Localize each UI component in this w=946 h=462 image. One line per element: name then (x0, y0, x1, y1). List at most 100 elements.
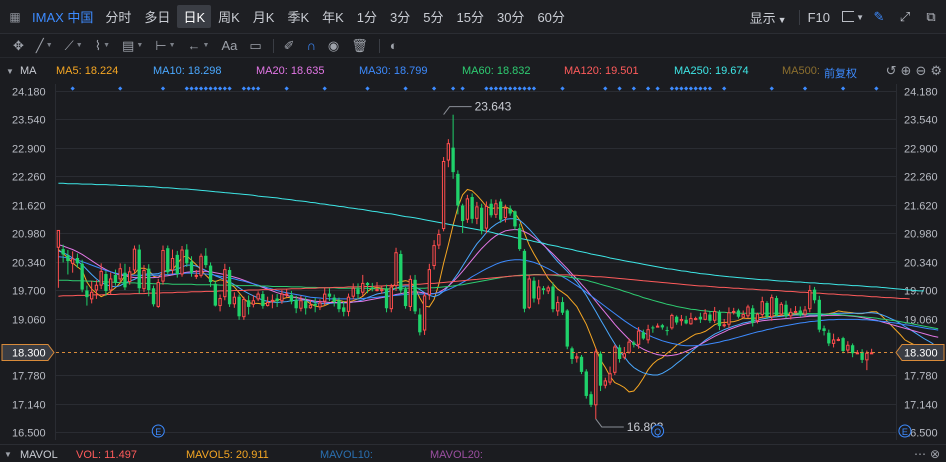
event-dot-marker (217, 86, 223, 91)
add-indicator-icon[interactable]: ⊕ (901, 63, 912, 79)
period-tab[interactable]: 30分 (491, 5, 530, 28)
period-tab[interactable]: 多日 (138, 5, 176, 28)
candle-body (784, 304, 788, 317)
text-tool-icon[interactable]: Aa (218, 36, 240, 56)
candle-body (289, 294, 294, 302)
ma-legend-item[interactable]: MA120: 19.501 (564, 65, 639, 77)
top-toolbar: ▦ IMAX 中国 分时 多日 日K 周K 月K 季K 年K 1分 3分 5分 15分 30分 60分 … (0, 0, 946, 34)
vol-legend-item[interactable]: MAVOL5: 20.911 (186, 449, 269, 461)
period-tab[interactable]: 月K (247, 5, 281, 28)
wave-tool-icon[interactable]: ⌇ ▼ (92, 36, 113, 56)
candle-body (489, 203, 493, 216)
period-tab[interactable]: 日K (177, 5, 212, 28)
period-tab[interactable]: 15分 (451, 5, 490, 28)
ma-legend-item[interactable]: MA500: (782, 65, 820, 77)
y-tick-label-left: 22.260 (12, 172, 46, 184)
symbol-name[interactable]: IMAX 中国 (32, 7, 93, 26)
ma-title[interactable]: MA (20, 65, 54, 77)
candle-body (437, 233, 441, 246)
candle-body (494, 203, 498, 215)
vol-title[interactable]: MAVOL (20, 449, 58, 461)
undo-icon[interactable]: ↺ (886, 63, 897, 79)
ma-legend-item[interactable]: MA20: 18.635 (256, 65, 325, 77)
period-tab[interactable]: 5分 (417, 5, 449, 28)
high-annotation-label: 23.643 (475, 100, 512, 114)
ma-legend-item[interactable]: MA10: 18.298 (153, 65, 222, 77)
eye-icon[interactable]: ◉ (325, 36, 342, 56)
candle-body (613, 346, 617, 373)
f10-button[interactable]: F10 (798, 9, 830, 25)
line-tool-icon[interactable]: ╱ ▼ (33, 36, 56, 56)
candle-body (770, 297, 774, 318)
event-dot-marker (365, 86, 370, 91)
draw-pen-icon[interactable]: ✎ (868, 6, 890, 28)
comment-tool-icon[interactable]: ▭ (246, 36, 264, 56)
arrow-tool-icon[interactable]: ← ▼ (185, 36, 213, 56)
candle-body (575, 356, 579, 359)
candle-body (161, 249, 165, 282)
expand-icon[interactable]: ⤢ (894, 6, 916, 28)
candle-body (760, 301, 764, 315)
period-tab[interactable]: 年K (316, 5, 350, 28)
event-dot-marker (227, 86, 232, 91)
candle-body (551, 286, 555, 310)
popout-icon[interactable]: ⧉ (920, 6, 942, 28)
fibonacci-tool-icon[interactable]: ▤ ▼ (119, 36, 146, 56)
candle-body (232, 296, 237, 305)
candle-body (722, 324, 726, 327)
candle-body (147, 268, 151, 291)
candle-body (213, 283, 217, 306)
period-tab[interactable]: 3分 (384, 5, 416, 28)
vol-legend-item[interactable]: VOL: 11.497 (76, 449, 137, 461)
candle-body (751, 308, 755, 323)
remove-indicator-icon[interactable]: ⊖ (915, 63, 926, 79)
period-tab[interactable]: 60分 (531, 5, 570, 28)
ma-legend-item[interactable]: MA5: 18.224 (56, 65, 118, 77)
polyline-tool-icon[interactable]: ⟋ ▼ (62, 36, 86, 56)
measure-tool-icon[interactable]: ⊢ ▼ (152, 36, 178, 56)
event-dot-marker (617, 86, 622, 91)
candlestick-chart[interactable]: 24.180 24.180 23.540 23.540 22.900 22.900 22.2… (0, 84, 946, 444)
display-menu-button[interactable]: 显示 ▼ (750, 8, 787, 27)
event-dot-marker (603, 86, 608, 91)
candle-body (627, 341, 631, 353)
collapse-vol-icon[interactable]: ▼ (4, 450, 12, 459)
close-icon[interactable]: ⊗ (930, 447, 940, 461)
more-icon[interactable]: ⋯ (914, 447, 926, 461)
adjust-mode-button[interactable]: 前复权 (824, 65, 857, 81)
period-tab[interactable]: 季K (281, 5, 315, 28)
ma-legend-item[interactable]: MA60: 18.832 (462, 65, 531, 77)
magnet-icon[interactable]: ∩ (304, 36, 319, 56)
window-icon[interactable]: ▼ (842, 6, 864, 28)
event-dot-marker (560, 86, 565, 91)
settings-gear-icon[interactable]: ⚙ (930, 63, 942, 79)
candle-body (104, 274, 108, 291)
period-tab[interactable]: 1分 (351, 5, 383, 28)
vol-legend-item[interactable]: MAVOL20: (430, 449, 483, 461)
event-dot-marker (679, 86, 684, 91)
candle-body (185, 249, 189, 264)
candle-body (308, 304, 313, 309)
y-tick-label-left: 20.980 (12, 229, 46, 241)
ma-legend-item[interactable]: MA250: 19.674 (674, 65, 749, 77)
candle-body (332, 297, 336, 303)
event-dot-marker (241, 86, 246, 91)
toggle-drawings-icon[interactable]: ◐ (387, 36, 401, 56)
period-tab[interactable]: 周K (212, 5, 246, 28)
candle-body (850, 345, 855, 354)
event-dot-marker (688, 86, 694, 91)
candle-body (199, 255, 203, 276)
ma-legend-item[interactable]: MA30: 18.799 (359, 65, 428, 77)
candle-body (646, 329, 650, 341)
event-dot-marker (498, 86, 503, 91)
crosshair-move-icon[interactable]: ✥ (10, 36, 27, 56)
candle-body (156, 282, 160, 307)
trash-icon[interactable]: 🗑 (348, 36, 371, 56)
event-dot-marker (189, 86, 194, 91)
collapse-ma-icon[interactable]: ▼ (0, 67, 20, 76)
candle-body (765, 302, 769, 317)
period-tab[interactable]: 分时 (99, 5, 137, 28)
brush-tool-icon[interactable]: ✐ (281, 36, 298, 56)
vol-legend-item[interactable]: MAVOL10: (320, 449, 373, 461)
y-tick-label-left: 17.140 (12, 400, 46, 412)
